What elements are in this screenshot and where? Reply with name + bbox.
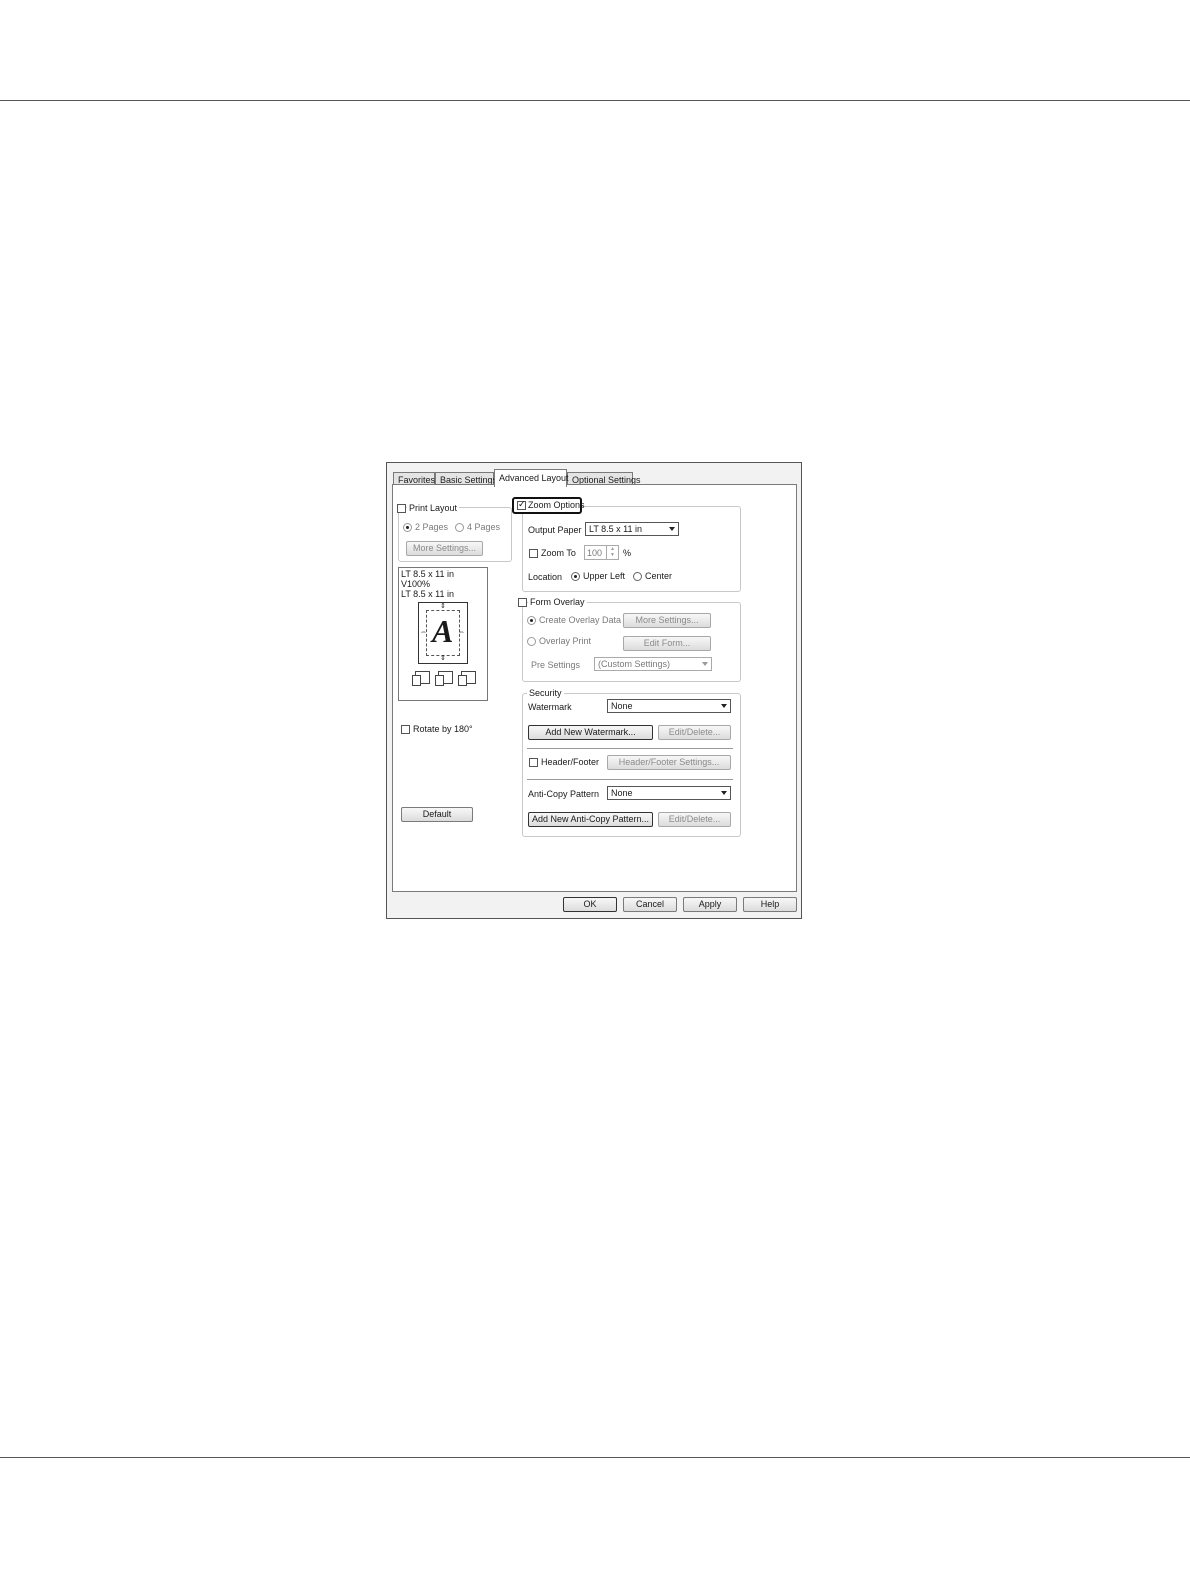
arrow-up-icon: ⇕ bbox=[440, 655, 446, 662]
overlay-print-radio[interactable] bbox=[527, 637, 536, 646]
center-radio[interactable] bbox=[633, 572, 642, 581]
preview-output-size: LT 8.5 x 11 in bbox=[401, 589, 455, 599]
zoom-options-label: Zoom Options bbox=[528, 500, 585, 510]
watermark-value: None bbox=[611, 701, 633, 711]
zoom-percent-input[interactable]: 100 ▲ ▼ bbox=[584, 545, 619, 560]
center-label: Center bbox=[645, 571, 673, 581]
preview-page: A ⇕ ⇕ ⇔ ⇔ bbox=[418, 602, 468, 664]
header-footer-settings-button[interactable]: Header/Footer Settings... bbox=[607, 755, 731, 770]
form-overlay-checkbox[interactable] bbox=[518, 598, 527, 607]
watermark-edit-delete-button[interactable]: Edit/Delete... bbox=[658, 725, 731, 740]
header-footer-label: Header/Footer bbox=[541, 757, 600, 767]
chevron-down-icon bbox=[702, 662, 708, 666]
rotate-180-checkbox[interactable] bbox=[401, 725, 410, 734]
output-paper-label: Output Paper bbox=[528, 525, 582, 535]
page-bottom-rule bbox=[0, 1457, 1190, 1458]
edit-form-button[interactable]: Edit Form... bbox=[623, 636, 711, 651]
percent-sign: % bbox=[623, 548, 632, 558]
anticopy-value: None bbox=[611, 788, 633, 798]
security-label: Security bbox=[527, 687, 564, 699]
arrow-down-icon: ⇕ bbox=[440, 603, 446, 610]
zoom-options-checkbox[interactable] bbox=[517, 499, 526, 510]
chevron-down-icon bbox=[669, 527, 675, 531]
four-pages-label: 4 Pages bbox=[467, 522, 501, 532]
add-new-watermark-button[interactable]: Add New Watermark... bbox=[528, 725, 653, 740]
print-layout-checkbox[interactable] bbox=[397, 504, 406, 513]
advanced-layout-panel: Print Layout 2 Pages 4 Pages More Settin… bbox=[392, 484, 797, 892]
anticopy-select[interactable]: None bbox=[607, 786, 731, 800]
rotate-180-label: Rotate by 180° bbox=[413, 724, 473, 734]
zoom-percent-value: 100 bbox=[587, 548, 603, 558]
security-divider-2 bbox=[527, 779, 733, 780]
watermark-label: Watermark bbox=[528, 702, 572, 712]
location-label: Location bbox=[528, 572, 563, 582]
page-order-icon-1 bbox=[412, 671, 430, 686]
default-button[interactable]: Default bbox=[401, 807, 473, 822]
four-pages-radio[interactable] bbox=[455, 523, 464, 532]
chevron-down-icon bbox=[721, 791, 727, 795]
page-order-icon-3 bbox=[458, 671, 476, 686]
preview-paper-size: LT 8.5 x 11 in bbox=[401, 569, 455, 579]
anticopy-edit-delete-button[interactable]: Edit/Delete... bbox=[658, 812, 731, 827]
chevron-down-icon bbox=[721, 704, 727, 708]
preview-letter: A bbox=[432, 613, 454, 649]
output-paper-select[interactable]: LT 8.5 x 11 in bbox=[585, 522, 679, 536]
zoom-spinner[interactable]: ▲ ▼ bbox=[606, 546, 618, 559]
upper-left-label: Upper Left bbox=[583, 571, 626, 581]
two-pages-label: 2 Pages bbox=[415, 522, 449, 532]
preview-zoom: V100% bbox=[401, 579, 431, 589]
upper-left-radio[interactable] bbox=[571, 572, 580, 581]
overlay-print-label: Overlay Print bbox=[539, 636, 592, 646]
arrow-right-icon: ⇔ bbox=[420, 629, 427, 636]
arrow-left-icon: ⇔ bbox=[458, 629, 465, 636]
cancel-button[interactable]: Cancel bbox=[623, 897, 677, 912]
page-order-icon-2 bbox=[435, 671, 453, 686]
form-overlay-label: Form Overlay bbox=[528, 596, 587, 608]
anticopy-label: Anti-Copy Pattern bbox=[528, 789, 600, 799]
zoom-to-label: Zoom To bbox=[541, 548, 576, 558]
help-button[interactable]: Help bbox=[743, 897, 797, 912]
apply-button[interactable]: Apply bbox=[683, 897, 737, 912]
print-layout-more-settings-button[interactable]: More Settings... bbox=[406, 541, 483, 556]
watermark-select[interactable]: None bbox=[607, 699, 731, 713]
print-layout-label: Print Layout bbox=[407, 502, 460, 514]
ok-button[interactable]: OK bbox=[563, 897, 617, 912]
printer-properties-dialog: Favorites Basic Settings Advanced Layout… bbox=[386, 462, 802, 919]
create-overlay-label: Create Overlay Data bbox=[539, 615, 622, 625]
pre-settings-value: (Custom Settings) bbox=[598, 659, 671, 669]
two-pages-radio[interactable] bbox=[403, 523, 412, 532]
add-new-anticopy-button[interactable]: Add New Anti-Copy Pattern... bbox=[528, 812, 653, 827]
overlay-more-settings-button[interactable]: More Settings... bbox=[623, 613, 711, 628]
pre-settings-select[interactable]: (Custom Settings) bbox=[594, 657, 712, 671]
create-overlay-radio[interactable] bbox=[527, 616, 536, 625]
page-top-rule bbox=[0, 100, 1190, 101]
layout-preview: LT 8.5 x 11 in V100% LT 8.5 x 11 in A ⇕ … bbox=[398, 567, 488, 701]
zoom-to-checkbox[interactable] bbox=[529, 549, 538, 558]
header-footer-checkbox[interactable] bbox=[529, 758, 538, 767]
output-paper-value: LT 8.5 x 11 in bbox=[589, 524, 643, 534]
pre-settings-label: Pre Settings bbox=[531, 660, 581, 670]
security-divider-1 bbox=[527, 748, 733, 749]
tab-advanced-layout[interactable]: Advanced Layout bbox=[494, 469, 569, 487]
